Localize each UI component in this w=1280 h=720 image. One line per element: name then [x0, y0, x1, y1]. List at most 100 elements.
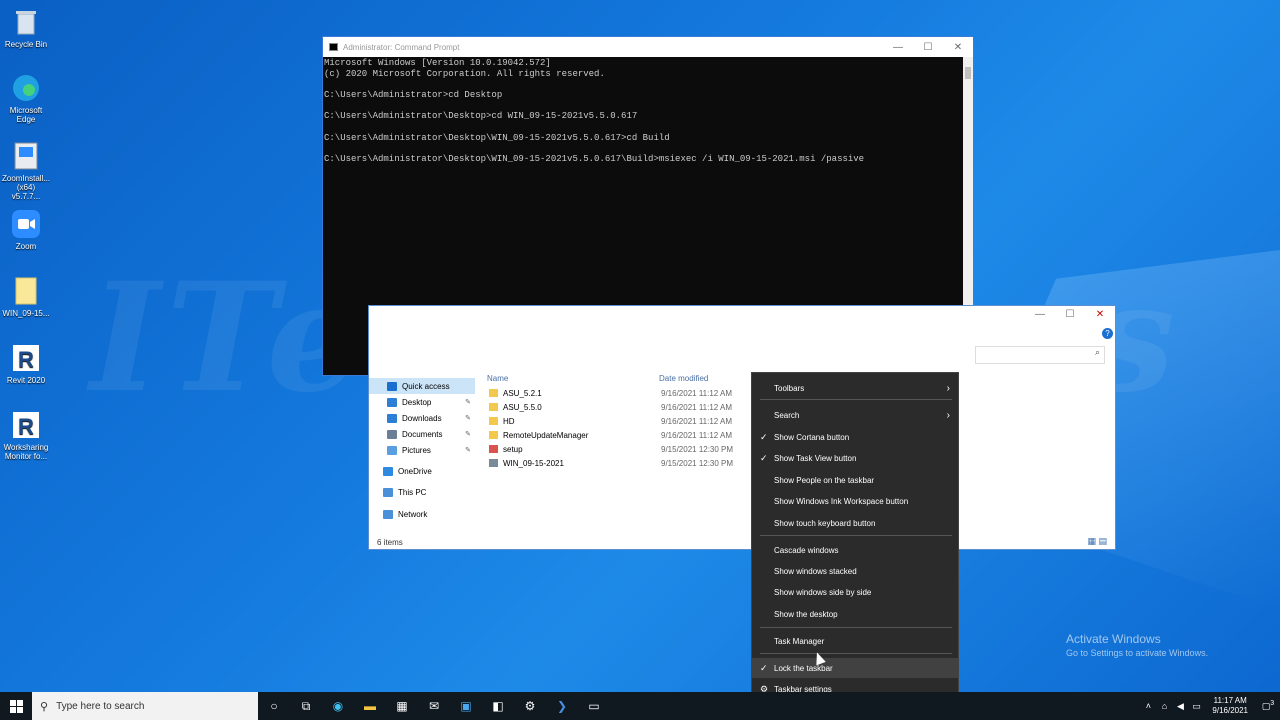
menu-item[interactable]: Show windows stacked	[752, 561, 958, 581]
desktop-icon-label: Revit 2020	[6, 376, 46, 385]
file-explorer-icon[interactable]: ▬	[354, 692, 386, 720]
pin-icon: ✎	[465, 399, 471, 406]
nav-item-icon	[387, 413, 397, 423]
menu-item-label: Toolbars	[774, 383, 805, 393]
store-icon[interactable]: ▦	[386, 692, 418, 720]
menu-item[interactable]: Task Manager	[752, 631, 958, 651]
task-view-icon[interactable]: ⧉	[290, 692, 322, 720]
mail-icon[interactable]: ✉	[418, 692, 450, 720]
explorer-close-icon[interactable]: ✕	[1085, 306, 1115, 324]
help-icon[interactable]: ?	[1102, 328, 1113, 339]
minimize-icon[interactable]: —	[883, 42, 913, 53]
menu-item-label: Show People on the taskbar	[774, 475, 875, 485]
desktop-icon[interactable]: WIN_09-15...	[2, 275, 50, 318]
nav-item-label: This PC	[398, 487, 427, 497]
nav-item[interactable]: OneDrive	[369, 463, 475, 479]
cmd-line	[324, 101, 972, 112]
explorer-search-input[interactable]: ⌕	[975, 346, 1105, 364]
clock[interactable]: 11:17 AM 9/16/2021	[1212, 696, 1248, 716]
worksharing-icon: R	[10, 409, 42, 441]
cmd-line	[324, 144, 972, 155]
menu-item[interactable]: Show Windows Ink Workspace button	[752, 491, 958, 511]
view-toggle-icons[interactable]: ▦ ▤	[1087, 536, 1107, 547]
nav-item[interactable]: Pictures ✎	[369, 442, 475, 458]
status-item-count: 6 items	[377, 538, 403, 547]
close-icon[interactable]: ✕	[943, 42, 973, 53]
file-explorer-window[interactable]: — ☐ ✕ ? ⌕ Quick access Desktop ✎ Downloads ✎…	[368, 305, 1116, 550]
chevron-up-icon[interactable]: ˄	[1140, 701, 1156, 711]
cmd-line	[324, 122, 972, 133]
desktop-icon-label: Recycle Bin	[4, 40, 48, 49]
nav-item-label: Quick access	[402, 381, 450, 391]
file-name: ASU_5.5.0	[503, 402, 542, 412]
desktop-icon[interactable]: ZoomInstall... (x64) v5.7.7...	[2, 140, 50, 201]
cmd-taskbar-icon[interactable]: ▭	[578, 692, 610, 720]
volume-icon[interactable]: ◀	[1172, 701, 1188, 712]
nav-item-label: Desktop	[402, 397, 432, 407]
desktop-icon-label: ZoomInstall... (x64) v5.7.7...	[2, 174, 51, 201]
folder-icon	[489, 417, 498, 425]
explorer-minimize-icon[interactable]: —	[1025, 306, 1055, 324]
nav-item[interactable]: This PC	[369, 484, 475, 500]
desktop-icon-label: Zoom	[15, 242, 37, 251]
desktop-icon[interactable]: Recycle Bin	[2, 6, 50, 49]
desktop-icon-label: Worksharing Monitor fo...	[3, 443, 49, 461]
keyboard-icon[interactable]: ▭	[1188, 701, 1204, 712]
nav-item[interactable]: Desktop ✎	[369, 394, 475, 410]
file-date: 9/16/2021 11:12 AM	[661, 402, 733, 412]
menu-item[interactable]: Cascade windows	[752, 540, 958, 560]
menu-item-label: Cascade windows	[774, 545, 839, 555]
edge-icon[interactable]: ◉	[322, 692, 354, 720]
desktop-icon[interactable]: R Worksharing Monitor fo...	[2, 409, 50, 461]
menu-item[interactable]: Show touch keyboard button	[752, 513, 958, 533]
settings-icon[interactable]: ⚙	[514, 692, 546, 720]
windows-logo-icon	[9, 699, 23, 713]
menu-item[interactable]: Show the desktop	[752, 604, 958, 624]
menu-item[interactable]: ✓ Show Task View button	[752, 448, 958, 468]
menu-item-label: Task Manager	[774, 636, 825, 646]
nav-item[interactable]: Documents ✎	[369, 426, 475, 442]
cmd-output[interactable]: Microsoft Windows [Version 10.0.19042.57…	[323, 57, 973, 166]
folder-icon	[489, 403, 498, 411]
checkmark-icon: ✓	[760, 662, 768, 673]
file-name: HD	[503, 416, 515, 426]
column-date[interactable]: Date modified	[659, 374, 708, 386]
maximize-icon[interactable]: ☐	[913, 42, 943, 53]
taskbar-search-box[interactable]: ⚲ Type here to search	[32, 692, 258, 720]
cmd-line: C:\Users\Administrator\Desktop\WIN_09-15…	[324, 132, 670, 143]
cmd-line	[324, 79, 972, 90]
menu-item[interactable]: Show windows side by side	[752, 582, 958, 602]
desktop-icon[interactable]: R Revit 2020	[2, 342, 50, 385]
app-d-icon[interactable]: ◧	[482, 692, 514, 720]
menu-separator	[760, 399, 952, 400]
menu-item[interactable]: ✓ Lock the taskbar	[752, 658, 958, 678]
zoom-icon	[10, 208, 42, 240]
nav-item[interactable]: Quick access	[369, 378, 475, 394]
menu-item-label: Show the desktop	[774, 609, 838, 619]
desktop-icon-label: Microsoft Edge	[9, 106, 43, 124]
cmd-titlebar[interactable]: Administrator: Command Prompt — ☐ ✕	[323, 37, 973, 57]
menu-separator	[760, 627, 952, 628]
desktop-icon[interactable]: Zoom	[2, 208, 50, 251]
file-date: 9/15/2021 12:30 PM	[661, 458, 734, 468]
column-name[interactable]: Name	[487, 374, 659, 386]
cmd-title: Administrator: Command Prompt	[343, 42, 460, 52]
menu-item[interactable]: Show People on the taskbar	[752, 470, 958, 490]
nav-item[interactable]: Downloads ✎	[369, 410, 475, 426]
explorer-maximize-icon[interactable]: ☐	[1055, 306, 1085, 324]
menu-item[interactable]: Search ›	[752, 405, 958, 425]
notification-icon[interactable]: ▢3	[1256, 700, 1280, 712]
nav-item[interactable]: Network	[369, 506, 475, 522]
start-button[interactable]	[0, 692, 32, 720]
remote-desktop-icon[interactable]: ▣	[450, 692, 482, 720]
file-date: 9/16/2021 11:12 AM	[661, 388, 733, 398]
menu-item[interactable]: ✓ Show Cortana button	[752, 427, 958, 447]
activation-subtitle: Go to Settings to activate Windows.	[1066, 648, 1209, 658]
cortana-icon[interactable]: ○	[258, 692, 290, 720]
menu-item[interactable]: Toolbars ›	[752, 378, 958, 398]
taskbar[interactable]: ⚲ Type here to search ○ ⧉ ◉ ▬ ▦ ✉ ▣ ◧ ⚙ …	[0, 692, 1280, 720]
desktop-icon[interactable]: Microsoft Edge	[2, 72, 50, 124]
nav-item-icon	[387, 445, 397, 455]
powershell-icon[interactable]: ❯	[546, 692, 578, 720]
network-icon[interactable]: ⌂	[1156, 701, 1172, 711]
